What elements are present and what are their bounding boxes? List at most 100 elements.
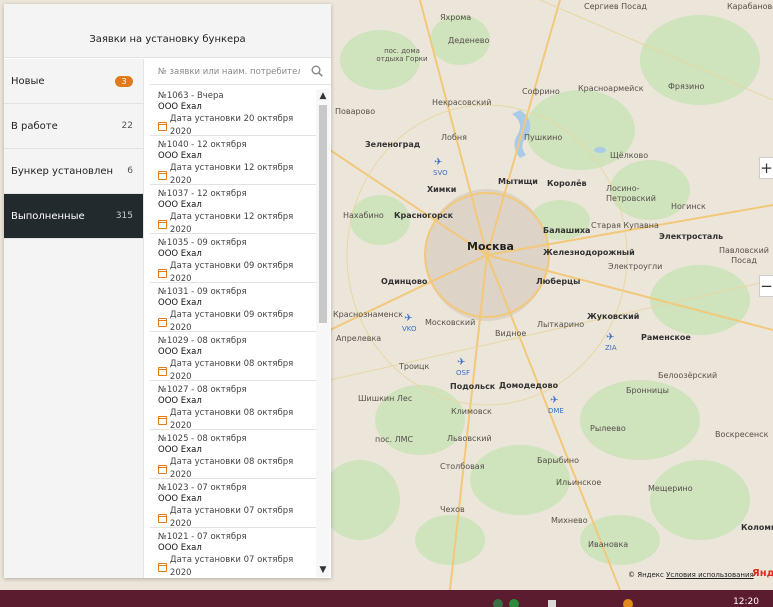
map-label: Белоозёрский [658, 371, 718, 380]
chevron-down-icon[interactable]: ▼ [316, 563, 330, 577]
map-label: Чехов [440, 505, 465, 514]
request-number: №1063 - Вчера [158, 91, 224, 101]
list-item[interactable]: №1021 - 07 октября ООО Exал Дата установ… [150, 528, 316, 575]
consumer-name: ООО Exал [158, 200, 202, 210]
category-label: Новые [11, 75, 45, 87]
zoom-in-button[interactable]: + [759, 157, 773, 179]
panel-title: Заявки на установку бункера [89, 34, 246, 45]
map-label: Барыбино [537, 456, 580, 465]
map-label: Сергиев Посад [584, 2, 647, 11]
terms-link[interactable]: Условия использования [666, 571, 754, 579]
zoom-out-button[interactable]: − [759, 275, 773, 297]
request-number: №1025 - 08 октября [158, 434, 247, 444]
map-label: Павловский Посад [719, 246, 769, 265]
map-label: Коломна [741, 523, 773, 532]
map-label: Мытищи [498, 177, 538, 186]
airport-code: ZIA [605, 344, 617, 352]
list-item[interactable]: №1023 - 07 октября ООО Exал Дата установ… [150, 479, 316, 529]
category-completed[interactable]: Выполненные 315 [4, 194, 143, 239]
airport-code: SVO [433, 169, 448, 177]
install-date: Дата установки 20 октября 2020 [169, 114, 294, 137]
map-label: Одинцово [381, 277, 428, 286]
category-installed[interactable]: Бункер установлен 6 [4, 149, 143, 194]
install-date: Дата установки 08 октября 2020 [169, 457, 294, 480]
scroll-thumb[interactable] [319, 105, 327, 323]
category-new[interactable]: Новые 3 [4, 59, 143, 104]
list-item[interactable]: №1040 - 12 октября ООО Exал Дата установ… [150, 136, 316, 186]
map-label: Видное [495, 329, 527, 338]
airport-icon: ✈ [606, 332, 615, 343]
map-label: Лыткарино [537, 320, 585, 329]
map-label: Софрино [522, 87, 560, 96]
consumer-name: ООО Exал [158, 102, 202, 112]
request-number: №1029 - 08 октября [158, 336, 247, 346]
list-item[interactable]: №1063 - Вчера ООО Exал Дата установки 20… [150, 87, 316, 137]
category-sidebar: Новые 3 В работе 22 Бункер установлен 6 … [4, 59, 144, 578]
map-attribution: © Яндекс Условия использования [628, 571, 754, 579]
request-number: №1021 - 07 октября [158, 532, 247, 542]
map-label: Зеленоград [365, 140, 421, 149]
list-item[interactable]: №1025 - 08 октября ООО Exал Дата установ… [150, 430, 316, 480]
chevron-up-icon[interactable]: ▲ [316, 89, 330, 103]
consumer-name: ООО Exал [158, 494, 202, 504]
list-item[interactable]: №1037 - 12 октября ООО Exал Дата установ… [150, 185, 316, 235]
map-label: Яхрома [440, 13, 472, 22]
list-item[interactable]: №1035 - 09 октября ООО Exал Дата установ… [150, 234, 316, 284]
map-label: Подольск [450, 382, 496, 391]
calendar-icon [158, 562, 167, 572]
map-label: Пушкино [524, 133, 563, 142]
install-date: Дата установки 08 октября 2020 [169, 359, 294, 382]
install-date: Дата установки 07 октября 2020 [169, 506, 294, 529]
consumer-name: ООО Exал [158, 347, 202, 357]
map-label: Климовск [451, 407, 492, 416]
calendar-icon [158, 170, 167, 180]
category-label: Бункер установлен [11, 165, 114, 177]
calendar-icon [158, 464, 167, 474]
map-label: Химки [427, 185, 457, 194]
map-label: Ильинское [556, 478, 602, 487]
search-input[interactable] [150, 60, 300, 84]
category-count: 315 [115, 211, 133, 221]
panel-header: Заявки на установку бункера [4, 4, 331, 58]
map-label: Красноармейск [578, 84, 644, 93]
consumer-name: ООО Exал [158, 151, 202, 161]
consumer-name: ООО Exал [158, 249, 202, 259]
map-label: Некрасовский [432, 98, 492, 107]
search-icon[interactable] [311, 65, 323, 77]
map-label: Балашиха [543, 226, 591, 235]
calendar-icon [158, 268, 167, 278]
airport-code: DME [548, 407, 564, 415]
map-label: Московский [425, 318, 476, 327]
taskbar-tray-icons [493, 599, 633, 607]
list-item[interactable]: №1027 - 08 октября ООО Exал Дата установ… [150, 381, 316, 431]
map-label: Карабаново [727, 2, 773, 11]
map-label: Ногинск [671, 202, 706, 211]
map-label: Красногорск [394, 211, 454, 220]
category-in-progress[interactable]: В работе 22 [4, 104, 143, 149]
consumer-name: ООО Exал [158, 543, 202, 553]
calendar-icon [158, 121, 167, 131]
airport-icon: ✈ [457, 357, 466, 368]
request-list-area: №1063 - Вчера ООО Exал Дата установки 20… [150, 59, 331, 578]
map-label: Железнодорожный [543, 248, 635, 257]
search-bar [150, 59, 331, 85]
map-label: Лосино-Петровский [606, 184, 656, 203]
request-number: №1040 - 12 октября [158, 140, 247, 150]
yandex-logo: Янде [752, 568, 773, 579]
map-label: Поварово [335, 107, 376, 116]
list-scrollbar[interactable]: ▲ ▼ [316, 89, 330, 577]
airport-icon: ✈ [404, 313, 413, 324]
list-item[interactable]: №1031 - 09 октября ООО Exал Дата установ… [150, 283, 316, 333]
list-item[interactable]: №1029 - 08 октября ООО Exал Дата установ… [150, 332, 316, 382]
airport-code: VKO [402, 325, 417, 333]
map-label: Апрелевка [336, 334, 382, 343]
map-label: Львовский [447, 434, 492, 443]
category-label: В работе [11, 120, 58, 132]
category-label: Выполненные [11, 210, 85, 222]
calendar-icon [158, 366, 167, 376]
install-date: Дата установки 07 октября 2020 [169, 555, 294, 575]
category-count: 6 [127, 166, 133, 176]
map-label: Михнево [551, 516, 588, 525]
map-label: Троицк [399, 362, 430, 371]
map-label: пос. ЛМС [375, 435, 414, 444]
